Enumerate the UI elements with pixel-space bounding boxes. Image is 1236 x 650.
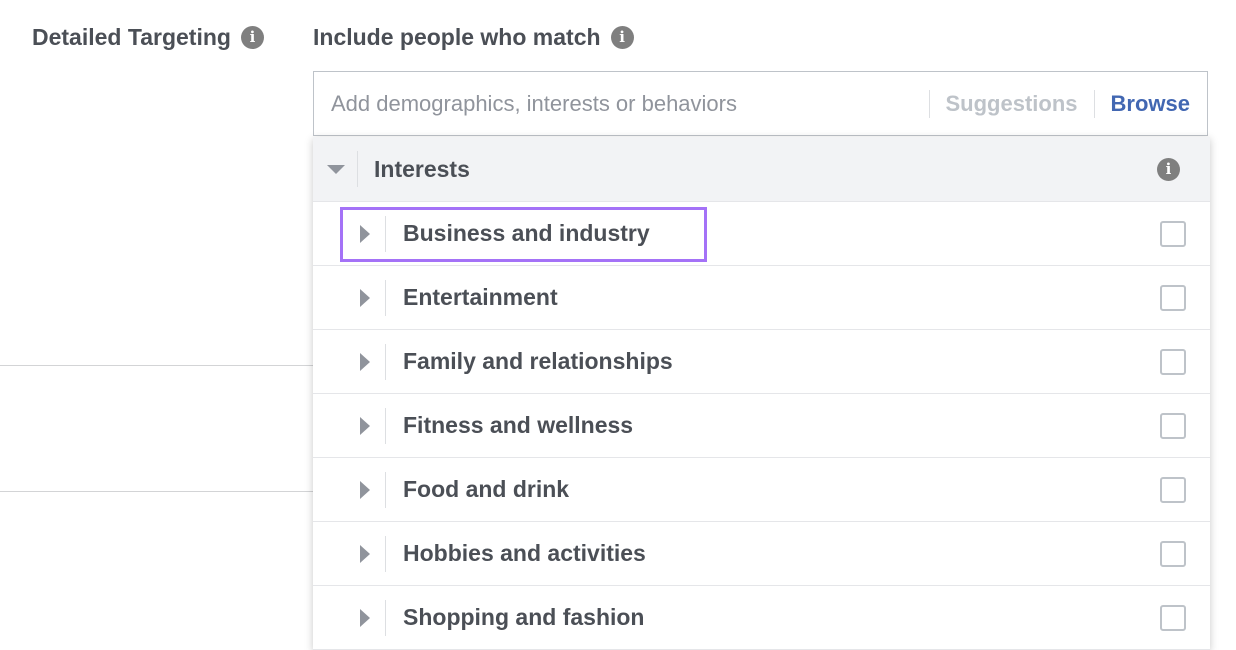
- triangle-right-icon[interactable]: [360, 288, 370, 307]
- browse-dropdown: Interests i Business and industry Entert…: [313, 137, 1210, 650]
- detailed-targeting-label: Detailed Targeting i: [32, 24, 264, 51]
- info-icon[interactable]: i: [240, 26, 264, 49]
- list-item[interactable]: Food and drink: [313, 458, 1210, 522]
- item-checkbox[interactable]: [1160, 476, 1186, 503]
- divider-line: [0, 491, 313, 492]
- list-item[interactable]: Business and industry: [313, 202, 1210, 266]
- triangle-right-icon[interactable]: [360, 480, 370, 499]
- info-icon[interactable]: i: [1157, 157, 1180, 181]
- item-checkbox[interactable]: [1160, 348, 1186, 375]
- info-icon[interactable]: i: [610, 26, 634, 49]
- targeting-search-box: Suggestions Browse: [313, 71, 1208, 136]
- separator: [1093, 89, 1095, 118]
- item-label: Hobbies and activities: [403, 540, 646, 566]
- item-checkbox[interactable]: [1160, 540, 1186, 567]
- triangle-down-icon[interactable]: [327, 164, 345, 174]
- triangle-right-icon[interactable]: [360, 352, 370, 371]
- triangle-right-icon[interactable]: [360, 608, 370, 627]
- separator: [385, 215, 386, 252]
- item-checkbox[interactable]: [1160, 604, 1186, 631]
- item-checkbox[interactable]: [1160, 220, 1186, 247]
- triangle-right-icon[interactable]: [360, 224, 370, 243]
- list-item[interactable]: Fitness and wellness: [313, 394, 1210, 458]
- item-label: Entertainment: [403, 284, 558, 310]
- category-header-interests[interactable]: Interests i: [313, 137, 1210, 202]
- separator: [385, 279, 386, 316]
- item-label: Shopping and fashion: [403, 604, 645, 630]
- item-label: Family and relationships: [403, 348, 673, 374]
- triangle-right-icon[interactable]: [360, 544, 370, 563]
- include-people-label: Include people who match i: [313, 24, 634, 51]
- triangle-right-icon[interactable]: [360, 416, 370, 435]
- browse-button[interactable]: Browse: [1111, 91, 1190, 117]
- list-item[interactable]: Shopping and fashion: [313, 586, 1210, 650]
- item-label: Food and drink: [403, 476, 570, 502]
- list-item[interactable]: Hobbies and activities: [313, 522, 1210, 586]
- item-label: Business and industry: [403, 220, 650, 246]
- separator: [385, 343, 386, 380]
- item-checkbox[interactable]: [1160, 412, 1186, 439]
- detailed-targeting-text: Detailed Targeting: [32, 24, 231, 50]
- list-item[interactable]: Entertainment: [313, 266, 1210, 330]
- separator: [385, 471, 386, 508]
- category-title: Interests: [374, 155, 470, 182]
- item-checkbox[interactable]: [1160, 284, 1186, 311]
- separator: [928, 89, 930, 118]
- suggestions-button[interactable]: Suggestions: [946, 91, 1078, 117]
- separator: [385, 599, 386, 636]
- targeting-search-input[interactable]: [314, 71, 913, 136]
- list-item[interactable]: Family and relationships: [313, 330, 1210, 394]
- separator: [385, 407, 386, 444]
- item-label: Fitness and wellness: [403, 412, 634, 438]
- separator: [385, 535, 386, 572]
- include-people-text: Include people who match: [313, 24, 601, 50]
- separator: [357, 151, 358, 187]
- divider-line: [0, 365, 313, 366]
